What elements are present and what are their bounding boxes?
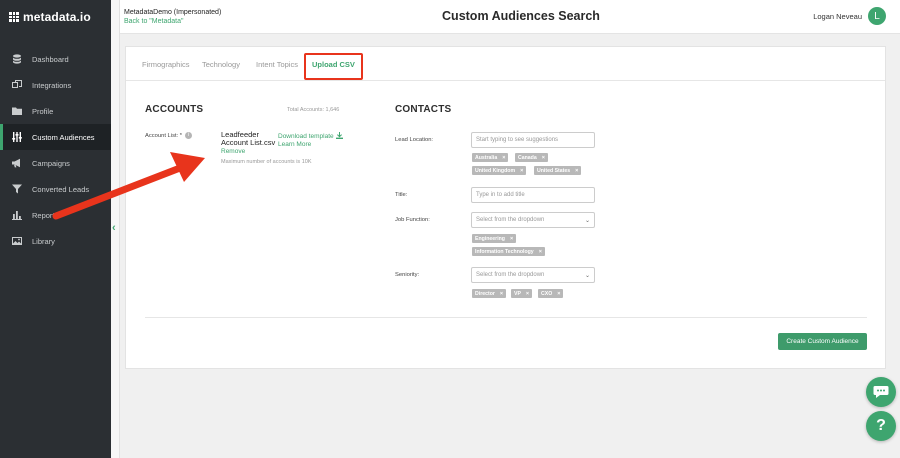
tag-vp: VP × <box>511 289 533 298</box>
sidebar-item-label: Converted Leads <box>32 184 90 194</box>
uploaded-filename: Leadfeeder Account List.csv <box>221 130 276 147</box>
title-input[interactable]: Type in to add title <box>471 187 595 203</box>
bar-chart-icon <box>11 209 23 221</box>
chat-button[interactable] <box>866 377 896 407</box>
divider <box>145 317 867 318</box>
create-custom-audience-button[interactable]: Create Custom Audience <box>778 333 867 350</box>
sidebar-item-reports[interactable]: Reports <box>0 202 111 228</box>
account-list-label-text: Account List: * <box>145 133 183 140</box>
tag-united-kingdom: United Kingdom × <box>472 166 527 175</box>
accounts-title: ACCOUNTS <box>145 104 204 115</box>
question-icon: ? <box>876 417 886 434</box>
tag-director: Director × <box>472 289 507 298</box>
tab-technology[interactable]: Technology <box>202 60 240 69</box>
job-function-select[interactable]: Select from the dropdown ⌄ <box>471 212 595 228</box>
tag-canada: Canada × <box>515 153 548 162</box>
sidebar-item-converted-leads[interactable]: Converted Leads <box>0 176 111 202</box>
tag-remove-icon[interactable]: × <box>502 155 505 161</box>
folder-icon <box>11 105 23 117</box>
sidebar-item-label: Reports <box>32 210 59 220</box>
tag-engineering: Engineering × <box>472 234 517 243</box>
tag-information-technology: Information Technology × <box>472 247 545 256</box>
logo[interactable]: metadata.io <box>9 10 91 24</box>
sidebar-collapse-bar[interactable]: ‹ <box>111 0 120 458</box>
job-function-label: Job Function: <box>395 217 430 223</box>
user-menu[interactable]: Logan Neveau L <box>813 7 886 25</box>
total-accounts: Total Accounts: 1,646 <box>287 107 340 113</box>
sliders-icon <box>11 131 23 143</box>
sidebar-item-integrations[interactable]: Integrations <box>0 72 111 98</box>
learn-more-link[interactable]: Learn More <box>278 141 311 148</box>
user-name: Logan Neveau <box>813 11 862 21</box>
download-icon <box>335 132 343 139</box>
tag-cxo: CXO × <box>538 289 564 298</box>
tag-remove-icon[interactable]: × <box>557 291 560 297</box>
tag-remove-icon[interactable]: × <box>520 168 523 174</box>
logo-text: metadata.io <box>23 10 91 24</box>
sidebar-item-label: Library <box>32 236 55 246</box>
tag-united-states: United States × <box>534 166 582 175</box>
page-title: Custom Audiences Search <box>442 9 600 23</box>
sidebar-item-library[interactable]: Library <box>0 228 111 254</box>
chevron-down-icon: ⌄ <box>584 272 590 279</box>
tag-remove-icon[interactable]: × <box>542 155 545 161</box>
chevron-down-icon: ⌄ <box>584 217 590 224</box>
sidebar-item-campaigns[interactable]: Campaigns <box>0 150 111 176</box>
contacts-title: CONTACTS <box>395 104 452 115</box>
sidebar-nav: Dashboard Integrations Profile Custom Au… <box>0 46 111 254</box>
chevron-left-icon[interactable]: ‹ <box>112 222 116 234</box>
top-header: MetadataDemo (Impersonated) Back to "Met… <box>120 0 900 34</box>
annotation-highlight-box <box>304 53 363 80</box>
image-icon <box>11 235 23 247</box>
title-label: Title: <box>395 192 408 198</box>
tag-australia: Australia × <box>472 153 509 162</box>
sidebar-item-dashboard[interactable]: Dashboard <box>0 46 111 72</box>
info-icon[interactable]: i <box>185 132 193 139</box>
download-template-link[interactable]: Download template <box>278 132 343 140</box>
filter-icon <box>11 183 23 195</box>
download-template-label: Download template <box>278 133 334 140</box>
logo-grid-icon <box>9 12 19 22</box>
lead-location-input[interactable]: Start typing to see suggestions <box>471 132 595 148</box>
database-icon <box>11 53 23 65</box>
tab-intent-topics[interactable]: Intent Topics <box>256 60 298 69</box>
integrations-icon <box>11 79 23 91</box>
max-accounts-note: Maximum number of accounts is 10K <box>221 159 312 165</box>
tag-remove-icon[interactable]: × <box>539 249 542 255</box>
job-function-placeholder: Select from the dropdown <box>476 217 545 223</box>
sidebar: metadata.io Dashboard Integrations Profi… <box>0 0 111 458</box>
tag-remove-icon[interactable]: × <box>575 168 578 174</box>
sidebar-item-custom-audiences[interactable]: Custom Audiences <box>0 124 111 150</box>
lead-location-label: Lead Location: <box>395 137 434 143</box>
tag-remove-icon[interactable]: × <box>526 291 529 297</box>
help-button[interactable]: ? <box>866 411 896 441</box>
chat-icon <box>873 386 889 398</box>
sidebar-item-profile[interactable]: Profile <box>0 98 111 124</box>
sidebar-item-label: Custom Audiences <box>32 132 95 142</box>
audience-card: Firmographics Technology Intent Topics U… <box>125 46 886 369</box>
remove-file-link[interactable]: Remove <box>221 148 245 155</box>
seniority-label: Seniority: <box>395 272 420 278</box>
tag-remove-icon[interactable]: × <box>500 291 503 297</box>
sidebar-item-label: Dashboard <box>32 54 69 64</box>
seniority-select[interactable]: Select from the dropdown ⌄ <box>471 267 595 283</box>
seniority-placeholder: Select from the dropdown <box>476 272 545 278</box>
avatar[interactable]: L <box>868 7 886 25</box>
account-list-label: Account List: * i <box>145 132 193 140</box>
megaphone-icon <box>11 157 23 169</box>
sidebar-item-label: Profile <box>32 106 54 116</box>
sidebar-item-label: Integrations <box>32 80 72 90</box>
tab-bar: Firmographics Technology Intent Topics U… <box>126 47 885 81</box>
sidebar-item-label: Campaigns <box>32 158 70 168</box>
tag-remove-icon[interactable]: × <box>510 236 513 242</box>
tab-firmographics[interactable]: Firmographics <box>142 60 190 69</box>
